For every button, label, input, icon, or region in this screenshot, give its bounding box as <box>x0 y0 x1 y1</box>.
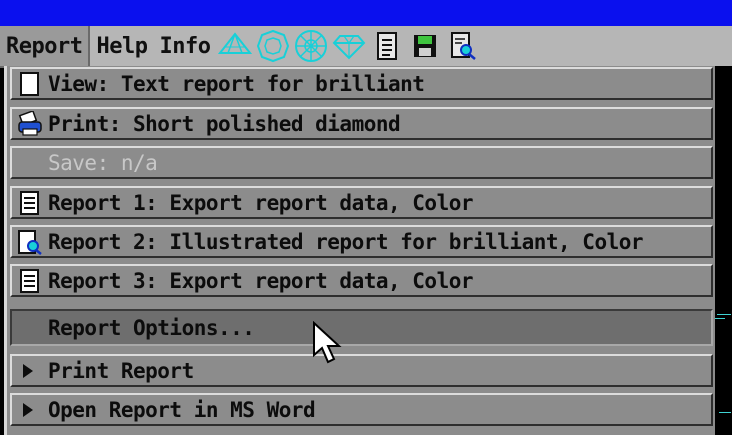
report-document-icon[interactable] <box>370 29 404 63</box>
menu-item-label: Open Report in MS Word <box>48 397 316 422</box>
menu-item-open-in-word[interactable]: Open Report in MS Word <box>10 393 713 426</box>
menu-info[interactable]: Info <box>153 26 216 66</box>
menu-item-label: View: Text report for brilliant <box>48 71 425 96</box>
title-bar <box>0 0 732 26</box>
menu-item-label: Report 1: Export report data, Color <box>48 190 474 215</box>
text-document-icon <box>16 189 44 217</box>
menu-item-print-report[interactable]: Print Report <box>10 354 713 387</box>
menu-item-save-disabled: Save: n/a <box>10 146 713 179</box>
print-preview-icon[interactable] <box>446 29 480 63</box>
menu-report[interactable]: Report <box>0 26 91 66</box>
blank-page-icon <box>16 70 44 98</box>
printer-icon <box>16 110 44 138</box>
save-floppy-icon[interactable] <box>408 29 442 63</box>
menu-item-report-1[interactable]: Report 1: Export report data, Color <box>10 186 713 219</box>
menu-item-report-3[interactable]: Report 3: Export report data, Color <box>10 264 713 297</box>
submenu-arrow-icon <box>14 362 42 380</box>
submenu-arrow-icon <box>14 401 42 419</box>
diamond-round-top-icon[interactable] <box>256 29 290 63</box>
menu-bar: Report Help Info <box>0 26 732 68</box>
menu-item-print-short[interactable]: Print: Short polished diamond <box>10 107 713 140</box>
magnify-document-icon <box>16 228 44 256</box>
diamond-pavilion-icon[interactable] <box>218 29 253 63</box>
menu-item-label: Report Options... <box>48 315 255 340</box>
menu-item-report-2[interactable]: Report 2: Illustrated report for brillia… <box>10 225 713 258</box>
menu-help[interactable]: Help <box>90 26 153 66</box>
menu-item-view-text-report[interactable]: View: Text report for brilliant <box>10 67 713 100</box>
menu-item-label: Report 3: Export report data, Color <box>48 268 474 293</box>
mouse-cursor-icon <box>312 320 342 367</box>
background-canvas <box>715 66 732 435</box>
diamond-star-facets-icon[interactable] <box>294 29 328 63</box>
report-dropdown-menu: View: Text report for brilliant Print: S… <box>4 66 722 435</box>
menu-item-label: Print: Short polished diamond <box>48 111 401 136</box>
text-document-icon <box>16 267 44 295</box>
menu-item-label: Print Report <box>48 358 194 383</box>
diamond-gem-icon[interactable] <box>332 29 366 63</box>
menu-item-label: Save: n/a <box>48 150 158 175</box>
menu-item-report-options[interactable]: Report Options... <box>10 309 713 346</box>
menu-item-label: Report 2: Illustrated report for brillia… <box>48 229 644 254</box>
